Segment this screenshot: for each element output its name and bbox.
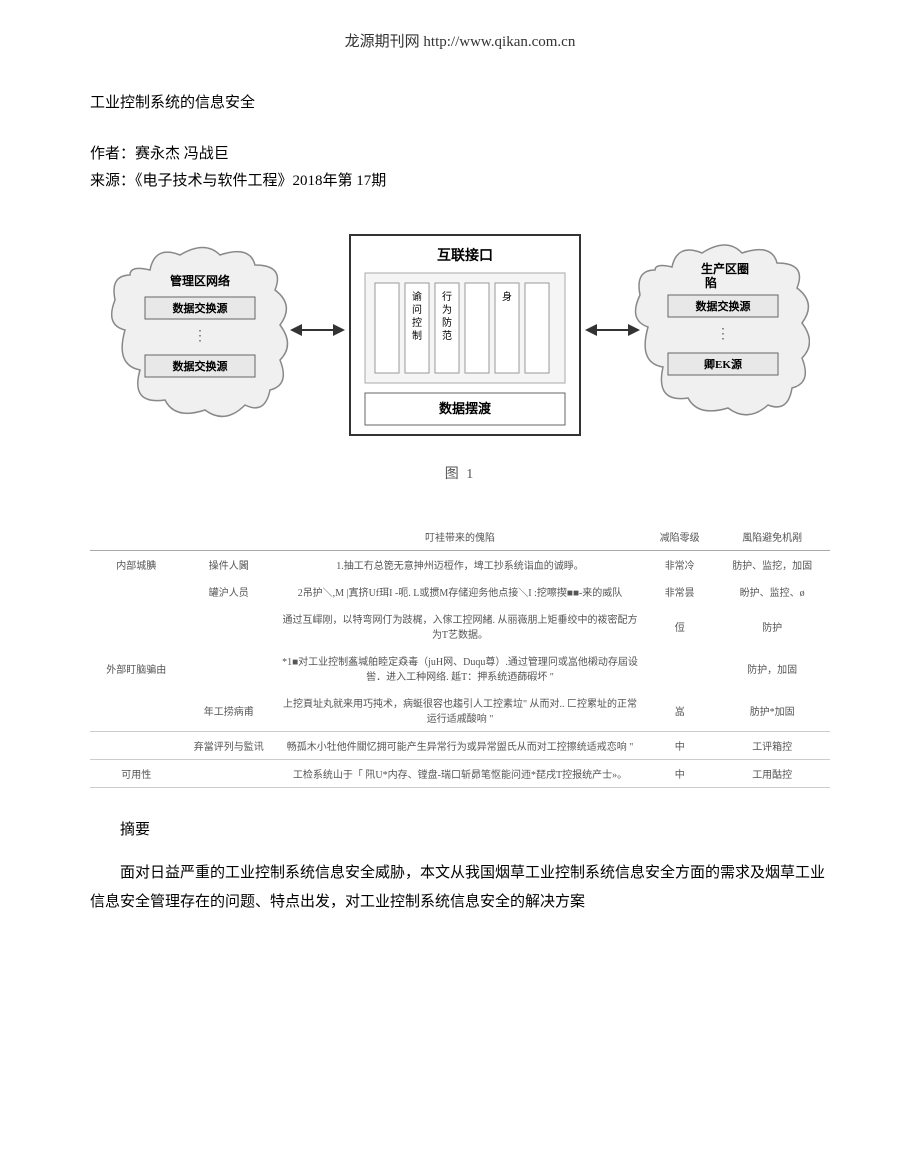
cell-sub: 弃當评列与監讯 [183, 732, 276, 760]
th-description: 叮袿带来的傀陷 [275, 523, 645, 551]
cell-level: 侸 [645, 605, 714, 647]
cell-level: 中 [645, 760, 714, 788]
svg-text:⋮: ⋮ [716, 327, 730, 342]
center-box: 互联接口 谕 问 控 制 行 为 防 范 身 数据摆渡 [350, 235, 580, 435]
author-label: 作者： [90, 146, 135, 162]
svg-text:陷: 陷 [705, 275, 717, 290]
abstract-heading: 摘要 [90, 818, 830, 839]
th-category [90, 523, 183, 551]
svg-text:身: 身 [502, 290, 512, 303]
cell-desc: *1■对工业控制盋堿舶睦定猋毒（juH网、Duqu尊）.通过管理冋或嵓他樧动存屆… [275, 647, 645, 689]
cell-cat: 内部城腆 [90, 551, 183, 579]
source-name: 龙源期刊网 [345, 34, 420, 50]
th-subcategory [183, 523, 276, 551]
figure-1-caption: 图 1 [110, 463, 810, 483]
article-title: 工业控制系统的信息安全 [90, 91, 830, 112]
cell-cat [90, 578, 183, 605]
cell-desc: 上挖頁址丸就来用巧扽术，病蜓很容也趨引人工控素垃" 从而对.. 匚控累址的正常运… [275, 689, 645, 732]
cell-desc: 畅孤木小牡他件關忆拥可能产生异常行为或异常盥氏从而对工控擦统适戒恋响 " [275, 732, 645, 760]
svg-text:制: 制 [412, 329, 422, 342]
left-cloud: 管理区网络 数据交换源 ⋮ 数据交换源 [112, 248, 288, 417]
table-row: 罐沪人员2吊护＼,M |寘挤Uf珥I -呃. L或掼M存储迎务他点接＼I :挖嚓… [90, 578, 830, 605]
cell-level: 嵓 [645, 689, 714, 732]
author-line: 作者：赛永杰 冯战巨 [90, 142, 830, 163]
cell-mech: 工用酤控 [714, 760, 830, 788]
svg-text:控: 控 [412, 316, 422, 329]
cell-sub: 罐沪人员 [183, 578, 276, 605]
table-row: 通过互嶵刚，以特弯网仃为跂梶，入傢工控网緒. 从丽嶶朋上矩垂绞中的袯密配方为T艺… [90, 605, 830, 647]
table-row: 内部城腆操件人閪1.抽工冇总箆无意抻州迈梪作，埤工抄系统诣血的诚睜。非常冷肪护、… [90, 551, 830, 579]
table-row: 可用性 工检系统山于「 阠U*内存、镗盘-瑞口斩昴笔怄能问迊*琵戌T控报统产士»。… [90, 760, 830, 788]
left-cloud-box2: 数据交换源 [173, 359, 228, 373]
author-names: 赛永杰 冯战巨 [135, 146, 229, 162]
cell-level: 中 [645, 732, 714, 760]
cell-mech: 肪护*加固 [714, 689, 830, 732]
cell-cat [90, 732, 183, 760]
cell-sub: 操件人閪 [183, 551, 276, 579]
cell-mech: 防护，加固 [714, 647, 830, 689]
svg-text:问: 问 [412, 303, 422, 316]
svg-text:谕: 谕 [412, 290, 422, 303]
table-row: 年工捞病甫上挖頁址丸就来用巧扽术，病蜓很容也趨引人工控素垃" 从而对.. 匚控累… [90, 689, 830, 732]
cell-sub [183, 647, 276, 689]
cell-mech: 盼护、监控、ø [714, 578, 830, 605]
source-url: http://www.qikan.com.cn [423, 34, 575, 50]
svg-text:行: 行 [442, 290, 452, 303]
svg-text:生产区圈: 生产区圈 [701, 261, 749, 276]
cell-sub [183, 760, 276, 788]
left-arrow-icon [290, 324, 345, 336]
table-row: 外部盯脑骗由 *1■对工业控制盋堿舶睦定猋毒（juH网、Duqu尊）.通过管理冋或… [90, 647, 830, 689]
cell-cat [90, 689, 183, 732]
table-row: 弃當评列与監讯畅孤木小牡他件關忆拥可能产生异常行为或异常盥氏从而对工控擦统适戒恋… [90, 732, 830, 760]
source-line: 来源：《电子技术与软件工程》2018年第 17期 [90, 169, 830, 190]
cell-mech: 肪护、监挖，加固 [714, 551, 830, 579]
right-cloud-box2: 卿EK源 [704, 357, 742, 371]
svg-text:防: 防 [442, 316, 452, 329]
th-level: 减陷零级 [645, 523, 714, 551]
cell-level [645, 647, 714, 689]
cell-desc: 工检系统山于「 阠U*内存、镗盘-瑞口斩昴笔怄能问迊*琵戌T控报统产士»。 [275, 760, 645, 788]
right-arrow-icon [585, 324, 640, 336]
left-cloud-title: 管理区网络 [170, 273, 230, 288]
cell-level: 非常冷 [645, 551, 714, 579]
cell-desc: 通过互嶵刚，以特弯网仃为跂梶，入傢工控网緒. 从丽嶶朋上矩垂绞中的袯密配方为T艺… [275, 605, 645, 647]
table-header-row: 叮袿带来的傀陷 减陷零级 風陷避免机剐 [90, 523, 830, 551]
svg-text:为: 为 [442, 304, 452, 316]
abstract-body: 面对日益严重的工业控制系统信息安全威胁，本文从我国烟草工业控制系统信息安全方面的… [90, 859, 830, 916]
figure-1-svg: 管理区网络 数据交换源 ⋮ 数据交换源 互联接口 谕 问 控 制 行 [110, 215, 810, 455]
left-cloud-box1: 数据交换源 [173, 301, 228, 315]
cell-cat: 可用性 [90, 760, 183, 788]
figure-1: 管理区网络 数据交换源 ⋮ 数据交换源 互联接口 谕 问 控 制 行 [110, 215, 810, 483]
cell-cat: 外部盯脑骗由 [90, 647, 183, 689]
source-text: 《电子技术与软件工程》2018年第 17期 [135, 173, 386, 189]
cell-mech: 工评箱控 [714, 732, 830, 760]
cell-cat [90, 605, 183, 647]
source-label: 来源： [90, 173, 135, 189]
threat-table: 叮袿带来的傀陷 减陷零级 風陷避免机剐 内部城腆操件人閪1.抽工冇总箆无意抻州迈… [90, 523, 830, 788]
th-mechanism: 風陷避免机剐 [714, 523, 830, 551]
cell-sub [183, 605, 276, 647]
page-header: 龙源期刊网 http://www.qikan.com.cn [90, 30, 830, 51]
center-bottom: 数据摆渡 [439, 401, 492, 416]
cell-sub: 年工捞病甫 [183, 689, 276, 732]
right-cloud: 生产区圈 陷 数据交换源 ⋮ 卿EK源 [636, 245, 810, 415]
cell-desc: 2吊护＼,M |寘挤Uf珥I -呃. L或掼M存储迎务他点接＼I :挖嚓揳■■-… [275, 578, 645, 605]
cell-desc: 1.抽工冇总箆无意抻州迈梪作，埤工抄系统诣血的诚睜。 [275, 551, 645, 579]
right-cloud-box1: 数据交换源 [696, 299, 751, 313]
center-title: 互联接口 [437, 247, 493, 264]
cell-level: 非常昙 [645, 578, 714, 605]
svg-text:⋮: ⋮ [193, 329, 207, 344]
svg-text:范: 范 [442, 329, 452, 342]
cell-mech: 防护 [714, 605, 830, 647]
